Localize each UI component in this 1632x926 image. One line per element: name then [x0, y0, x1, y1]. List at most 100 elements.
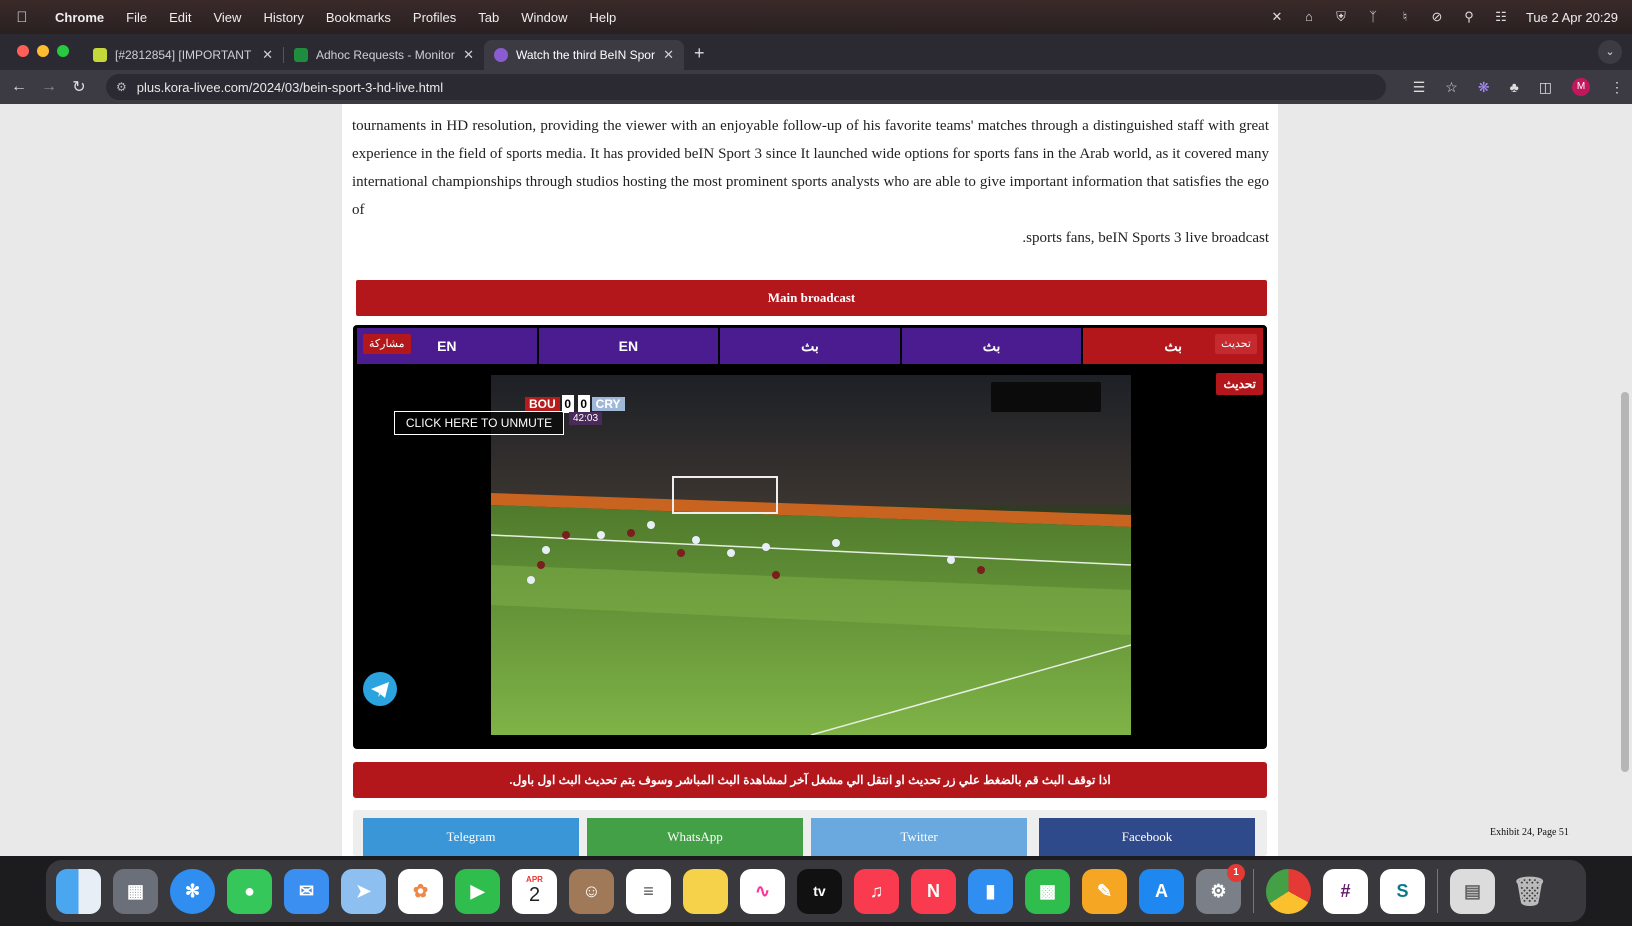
back-arrow-icon[interactable]: ← [4, 78, 34, 96]
translate-icon[interactable]: ☰ [1413, 79, 1426, 96]
tab-bein-sports[interactable]: Watch the third BeIN Sports c ✕ [484, 40, 684, 70]
trash-icon[interactable]: 🗑 [1507, 869, 1552, 914]
keynote-icon[interactable]: ▮ [968, 868, 1013, 914]
tab-title: Watch the third BeIN Sports c [516, 48, 655, 62]
menu-file[interactable]: File [115, 10, 158, 25]
vpn-shield-icon[interactable]: ⛨ [1334, 10, 1348, 24]
notes-icon[interactable] [683, 868, 728, 914]
site-settings-icon[interactable]: ⚙ [116, 80, 127, 94]
close-tab-icon[interactable]: ✕ [463, 47, 474, 63]
telegram-float-icon[interactable] [363, 672, 397, 706]
zoom-window-button[interactable] [57, 45, 69, 57]
tab-ticket[interactable]: [#2812854] [IMPORTANT - R ✕ [83, 40, 283, 70]
facebook-share-button[interactable]: Facebook [1039, 818, 1255, 856]
spotlight-search-icon[interactable]: ⚲ [1462, 10, 1476, 24]
video-frame[interactable]: BOU 0 0 CRY 42:03 [491, 375, 1131, 735]
macos-menu-bar:  Chrome File Edit View History Bookmark… [0, 0, 1632, 34]
apple-icon[interactable]:  [0, 9, 44, 26]
dock-divider [1253, 869, 1254, 913]
window-controls [0, 45, 83, 70]
calendar-icon[interactable]: APR 2 [512, 868, 557, 914]
share-tag[interactable]: مشاركة [363, 334, 411, 354]
forward-arrow-icon[interactable]: → [34, 78, 64, 96]
reload-icon[interactable]: ↻ [64, 77, 94, 97]
side-panel-icon[interactable]: ◫ [1539, 79, 1552, 96]
downloads-folder-icon[interactable]: ▤ [1450, 868, 1495, 914]
whatsapp-share-button[interactable]: WhatsApp [587, 818, 803, 856]
maps-icon[interactable]: ➤ [341, 868, 386, 914]
twitter-share-button[interactable]: Twitter [811, 818, 1027, 856]
messages-icon[interactable]: ● [227, 868, 272, 914]
away-score: 0 [577, 395, 590, 413]
menu-app-name[interactable]: Chrome [44, 10, 115, 25]
menu-window[interactable]: Window [510, 10, 578, 25]
share-buttons: Telegram WhatsApp Twitter Facebook [353, 810, 1267, 856]
more-menu-icon[interactable]: ⋮ [1610, 79, 1624, 96]
pages-icon[interactable]: ✎ [1082, 868, 1127, 914]
freeform-icon[interactable]: ∿ [740, 868, 785, 914]
unmute-button[interactable]: CLICK HERE TO UNMUTE [394, 411, 564, 435]
profile-avatar[interactable]: M [1572, 78, 1590, 96]
bookmark-star-icon[interactable]: ☆ [1445, 79, 1458, 96]
menubar-clock[interactable]: Tue 2 Apr 20:29 [1526, 10, 1618, 25]
close-tab-icon[interactable]: ✕ [663, 47, 674, 63]
mail-icon[interactable]: ✉ [284, 868, 329, 914]
article-paragraph: tournaments in HD resolution, providing … [352, 118, 1269, 218]
reminders-icon[interactable]: ≡ [626, 868, 671, 914]
toolbar-actions: ☰ ☆ ❋ ♣ ◫ M ⋮ [1413, 70, 1624, 104]
server-tab-stream-4[interactable]: بث [901, 328, 1082, 364]
photos-icon[interactable]: ✿ [398, 868, 443, 914]
tab-strip: [#2812854] [IMPORTANT - R ✕ Adhoc Reques… [0, 34, 1632, 70]
minimize-window-button[interactable] [37, 45, 49, 57]
menu-view[interactable]: View [202, 10, 252, 25]
menu-tab[interactable]: Tab [467, 10, 510, 25]
football-scene-image [491, 375, 1131, 735]
launchpad-icon[interactable]: ▦ [113, 868, 158, 914]
no-network-icon[interactable]: ⊘ [1430, 10, 1444, 24]
slack-icon[interactable]: # [1323, 868, 1368, 914]
menu-profiles[interactable]: Profiles [402, 10, 467, 25]
page-scrollbar[interactable] [1618, 104, 1632, 856]
contacts-icon[interactable]: ☺ [569, 868, 614, 914]
server-tab-stream-5[interactable]: بث تحديث [1083, 328, 1263, 364]
scrollbar-thumb[interactable] [1621, 392, 1629, 772]
close-tab-icon[interactable]: ✕ [262, 47, 273, 63]
refresh-button[interactable]: تحديث [1216, 373, 1263, 395]
safari-icon[interactable]: ✻ [170, 868, 215, 914]
telegram-share-button[interactable]: Telegram [363, 818, 579, 856]
menu-history[interactable]: History [252, 10, 314, 25]
music-icon[interactable]: ♫ [854, 868, 899, 914]
news-icon[interactable]: N [911, 868, 956, 914]
chrome-icon[interactable] [1266, 868, 1311, 914]
tab-adhoc-requests[interactable]: Adhoc Requests - Monitoring ✕ [284, 40, 484, 70]
tab-search-chevron-icon[interactable]: ⌄ [1598, 40, 1622, 64]
finder-icon[interactable] [56, 868, 101, 914]
main-broadcast-banner[interactable]: Main broadcast [356, 280, 1267, 316]
match-clock: 42:03 [569, 412, 603, 425]
numbers-icon[interactable]: ▩ [1025, 868, 1070, 914]
apple-tv-icon[interactable]: tv [797, 868, 842, 914]
menu-bookmarks[interactable]: Bookmarks [315, 10, 402, 25]
control-center-icon[interactable]: ☷ [1494, 10, 1508, 24]
tab-title: [#2812854] [IMPORTANT - R [115, 48, 254, 62]
close-window-button[interactable] [17, 45, 29, 57]
menu-help[interactable]: Help [579, 10, 628, 25]
new-tab-icon[interactable]: + [694, 43, 705, 64]
facetime-icon[interactable]: ▶ [455, 868, 500, 914]
bluetooth-icon[interactable]: ᛉ [1366, 10, 1380, 24]
extensions-puzzle-icon[interactable]: ♣ [1510, 79, 1519, 95]
system-settings-icon[interactable]: ⚙ 1 [1196, 863, 1245, 914]
server-tab-en-2[interactable]: EN [538, 328, 719, 364]
wifi-icon[interactable]: ⌂ [1302, 10, 1316, 24]
menu-edit[interactable]: Edit [158, 10, 202, 25]
server-tab-en-1[interactable]: مشاركة EN [357, 328, 537, 364]
app-store-icon[interactable]: A [1139, 868, 1184, 914]
refresh-tag[interactable]: تحديث [1215, 334, 1257, 354]
volume-muted-icon[interactable]: ♮ [1398, 10, 1412, 24]
video-player[interactable]: مشاركة EN EN بث بث بث تحديث تحديث BOU 0 … [353, 325, 1267, 749]
server-tab-stream-3[interactable]: بث [720, 328, 900, 364]
extension-swirl-icon[interactable]: ❋ [1478, 79, 1490, 96]
address-bar[interactable]: ⚙ plus.kora-livee.com/2024/03/bein-sport… [106, 74, 1386, 100]
surfshark-icon[interactable]: S [1380, 868, 1425, 914]
mute-status-icon[interactable]: ✕ [1270, 10, 1284, 24]
